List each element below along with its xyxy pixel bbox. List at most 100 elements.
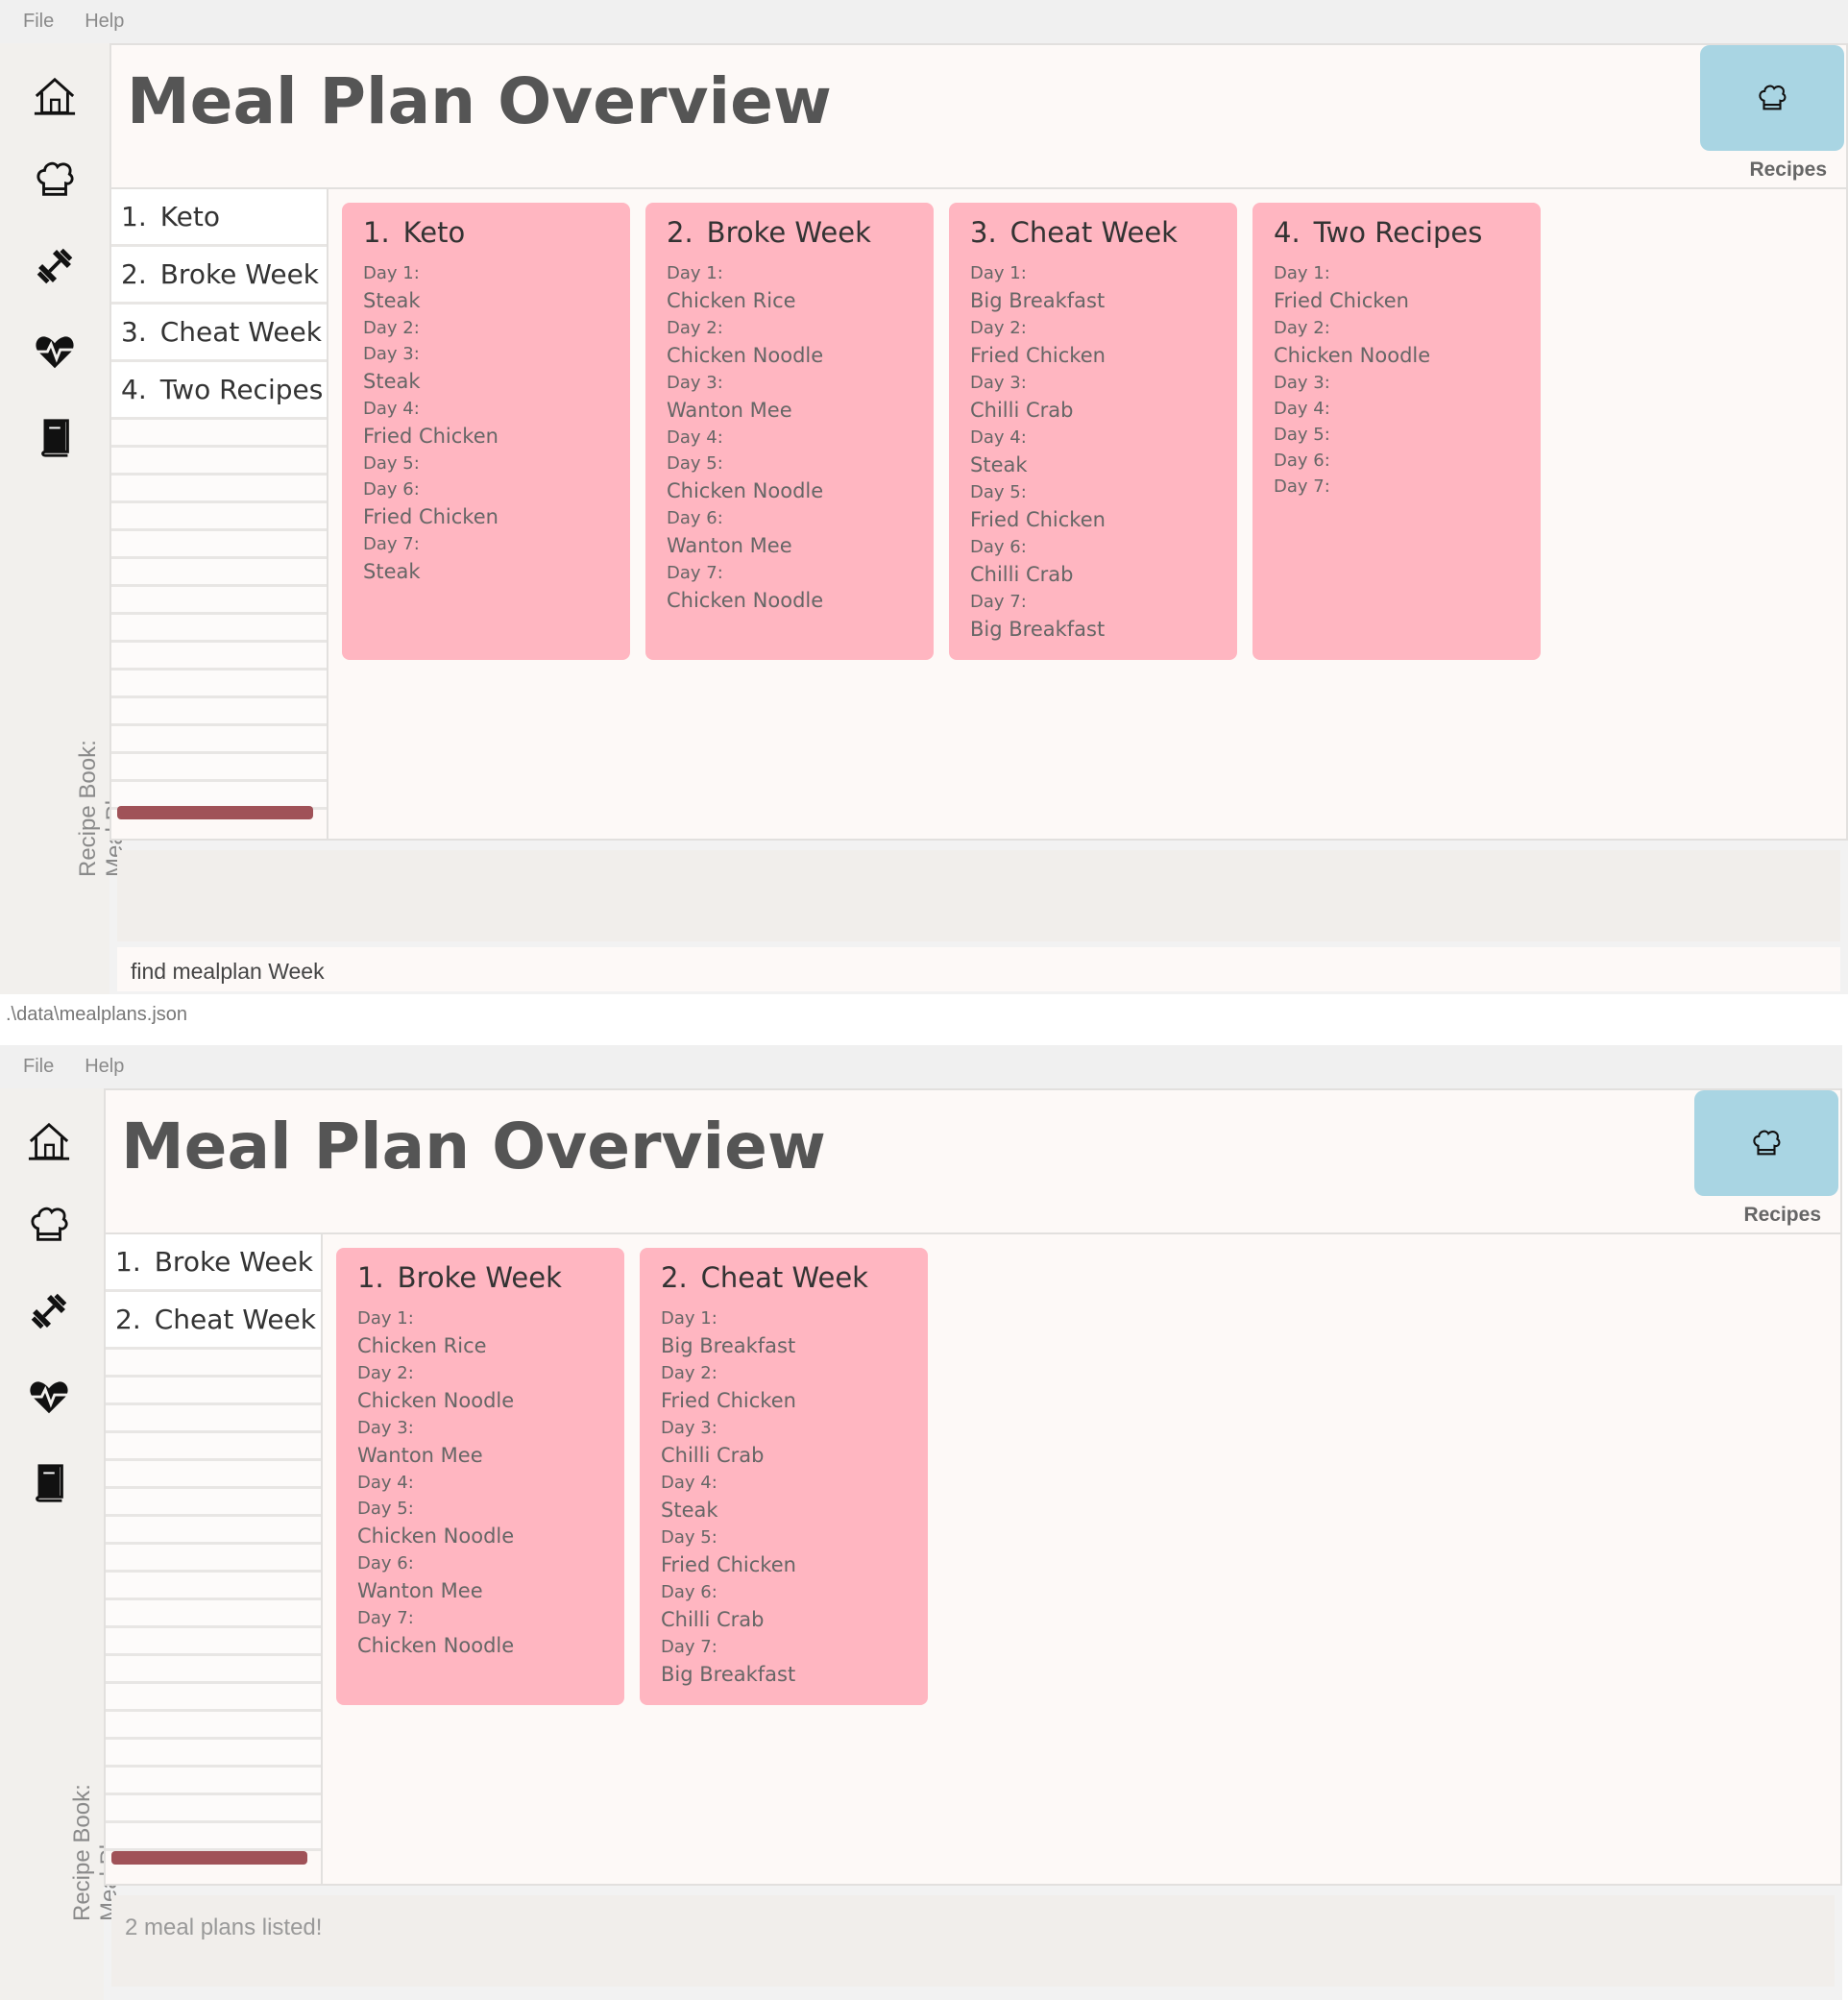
sidebar-label-line1: Recipe Book: xyxy=(69,1784,95,1921)
card-title: 2. Broke Week xyxy=(667,216,912,249)
result-display: 2 meal plans listed! xyxy=(111,1895,1835,1987)
sidebar-label-line1: Recipe Book: xyxy=(75,740,101,877)
recipe-name: Big Breakfast xyxy=(970,289,1106,312)
list-item[interactable]: 2. Broke Week xyxy=(111,247,327,305)
recipe-name: Fried Chicken xyxy=(970,344,1106,367)
empty-list-row xyxy=(106,1350,321,1378)
meal-plan-card[interactable]: 3. Cheat Week Day 1: Big Breakfast Day 2: Fri… xyxy=(949,203,1237,660)
day-label: Day 7: xyxy=(1274,476,1330,497)
recipe-name: Chicken Noodle xyxy=(667,344,824,367)
heartbeat-icon[interactable] xyxy=(23,1371,75,1423)
card-index: 3. xyxy=(970,216,997,249)
card-index: 2. xyxy=(661,1261,688,1294)
list-item-index: 1. xyxy=(115,1246,141,1278)
horizontal-scrollbar-thumb[interactable] xyxy=(111,1851,307,1865)
empty-list-row xyxy=(106,1517,321,1545)
horizontal-scrollbar-thumb[interactable] xyxy=(117,806,313,819)
chef-hat-icon[interactable] xyxy=(29,154,81,206)
day-label: Day 1: xyxy=(363,263,420,283)
meal-plan-card[interactable]: 2. Cheat Week Day 1: Big Breakfast Day 2: Fri… xyxy=(640,1248,928,1705)
empty-list-row xyxy=(106,1795,321,1823)
list-item[interactable]: 1. Keto xyxy=(111,189,327,247)
card-plan-name: Cheat Week xyxy=(700,1261,868,1294)
command-input[interactable]: find mealplan Week xyxy=(117,947,1840,991)
day-label: Day 6: xyxy=(357,1553,414,1573)
menu-bar: File Help xyxy=(0,1045,1842,1088)
recipe-name: Fried Chicken xyxy=(1274,289,1409,312)
day-label: Day 2: xyxy=(970,318,1027,338)
empty-list-row xyxy=(106,1378,321,1405)
list-item[interactable]: 2. Cheat Week xyxy=(106,1292,321,1350)
empty-list-row xyxy=(111,448,327,476)
menu-help[interactable]: Help xyxy=(85,11,124,33)
menu-file[interactable]: File xyxy=(23,1056,54,1078)
card-index: 4. xyxy=(1274,216,1301,249)
day-label: Day 2: xyxy=(667,318,723,338)
list-item[interactable]: 4. Two Recipes xyxy=(111,362,327,420)
sidebar: Recipe Book: Meal Plans xyxy=(0,43,128,994)
recipe-name: Chicken Rice xyxy=(357,1334,487,1357)
card-index: 1. xyxy=(357,1261,384,1294)
recipe-name: Fried Chicken xyxy=(363,505,498,528)
empty-list-row xyxy=(106,1545,321,1573)
recipes-button[interactable] xyxy=(1700,45,1844,151)
day-label: Day 1: xyxy=(1274,263,1330,283)
recipe-name: Wanton Mee xyxy=(667,399,792,422)
day-label: Day 6: xyxy=(1274,451,1330,471)
day-label: Day 6: xyxy=(970,537,1027,557)
empty-list-row xyxy=(111,698,327,726)
card-title: 1. Keto xyxy=(363,216,609,249)
list-item-name: Keto xyxy=(159,201,221,232)
main-panel: Meal Plan Overview Recipes 1. Keto 2. Broke… xyxy=(109,43,1848,841)
list-item-name: Cheat Week xyxy=(159,316,322,348)
day-label: Day 4: xyxy=(667,427,723,448)
empty-list-row xyxy=(111,754,327,782)
card-title: 1. Broke Week xyxy=(357,1261,603,1294)
empty-list-row xyxy=(106,1823,321,1851)
menu-help[interactable]: Help xyxy=(85,1056,124,1078)
dumbbell-icon[interactable] xyxy=(29,240,81,292)
list-item[interactable]: 3. Cheat Week xyxy=(111,305,327,362)
day-label: Day 3: xyxy=(667,373,723,393)
dumbbell-icon[interactable] xyxy=(23,1285,75,1337)
empty-list-row xyxy=(111,559,327,587)
list-item-name: Two Recipes xyxy=(159,374,324,405)
home-icon[interactable] xyxy=(23,1115,75,1167)
recipe-name: Big Breakfast xyxy=(970,618,1106,641)
heartbeat-icon[interactable] xyxy=(29,326,81,378)
recipe-name: Chilli Crab xyxy=(661,1608,765,1631)
recipe-name: Steak xyxy=(363,289,421,312)
card-plan-name: Cheat Week xyxy=(1009,216,1178,249)
meal-plan-card[interactable]: 4. Two Recipes Day 1: Fried Chicken Day 2: Ch… xyxy=(1252,203,1541,660)
recipe-name: Big Breakfast xyxy=(661,1663,796,1686)
sidebar: Recipe Book: Meal Plans xyxy=(0,1088,122,2000)
recipe-name: Chicken Noodle xyxy=(357,1524,515,1548)
meal-plan-list[interactable]: 1. Keto 2. Broke Week 3. Cheat Week 4. Two Reci… xyxy=(111,189,328,839)
list-item-name: Broke Week xyxy=(154,1246,314,1278)
menu-file[interactable]: File xyxy=(23,11,54,33)
recipe-name: Fried Chicken xyxy=(363,425,498,448)
home-icon[interactable] xyxy=(29,70,81,122)
meal-plan-list[interactable]: 1. Broke Week 2. Cheat Week xyxy=(106,1234,323,1884)
book-icon[interactable] xyxy=(29,411,81,463)
chef-hat-icon[interactable] xyxy=(23,1199,75,1251)
list-item[interactable]: 1. Broke Week xyxy=(106,1234,321,1292)
empty-list-row xyxy=(106,1489,321,1517)
empty-list-row xyxy=(111,643,327,671)
recipe-name: Fried Chicken xyxy=(661,1389,796,1412)
recipe-name: Wanton Mee xyxy=(357,1444,483,1467)
chef-hat-icon xyxy=(1753,1130,1781,1156)
recipe-name: Chilli Crab xyxy=(970,563,1074,586)
empty-list-row xyxy=(106,1405,321,1433)
recipes-button[interactable] xyxy=(1694,1090,1838,1196)
empty-list-row xyxy=(106,1573,321,1600)
day-label: Day 1: xyxy=(970,263,1027,283)
day-label: Day 3: xyxy=(661,1418,717,1438)
menu-bar: File Help xyxy=(0,0,1848,43)
meal-plan-card[interactable]: 1. Broke Week Day 1: Chicken Rice Day 2: Chic… xyxy=(336,1248,624,1705)
empty-list-row xyxy=(111,503,327,531)
meal-plan-card[interactable]: 1. Keto Day 1: Steak Day 2: Day 3: Steak Day 4:… xyxy=(342,203,630,660)
book-icon[interactable] xyxy=(23,1456,75,1508)
meal-plan-card[interactable]: 2. Broke Week Day 1: Chicken Rice Day 2: Chic… xyxy=(645,203,934,660)
header-divider xyxy=(111,187,1846,189)
